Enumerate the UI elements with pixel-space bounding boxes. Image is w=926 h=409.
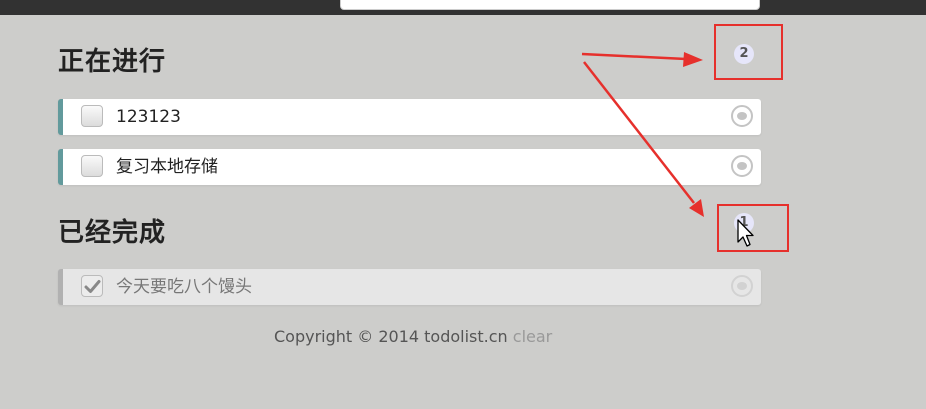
annotation-arrows	[581, 52, 754, 247]
mouse-cursor-icon	[737, 219, 754, 247]
